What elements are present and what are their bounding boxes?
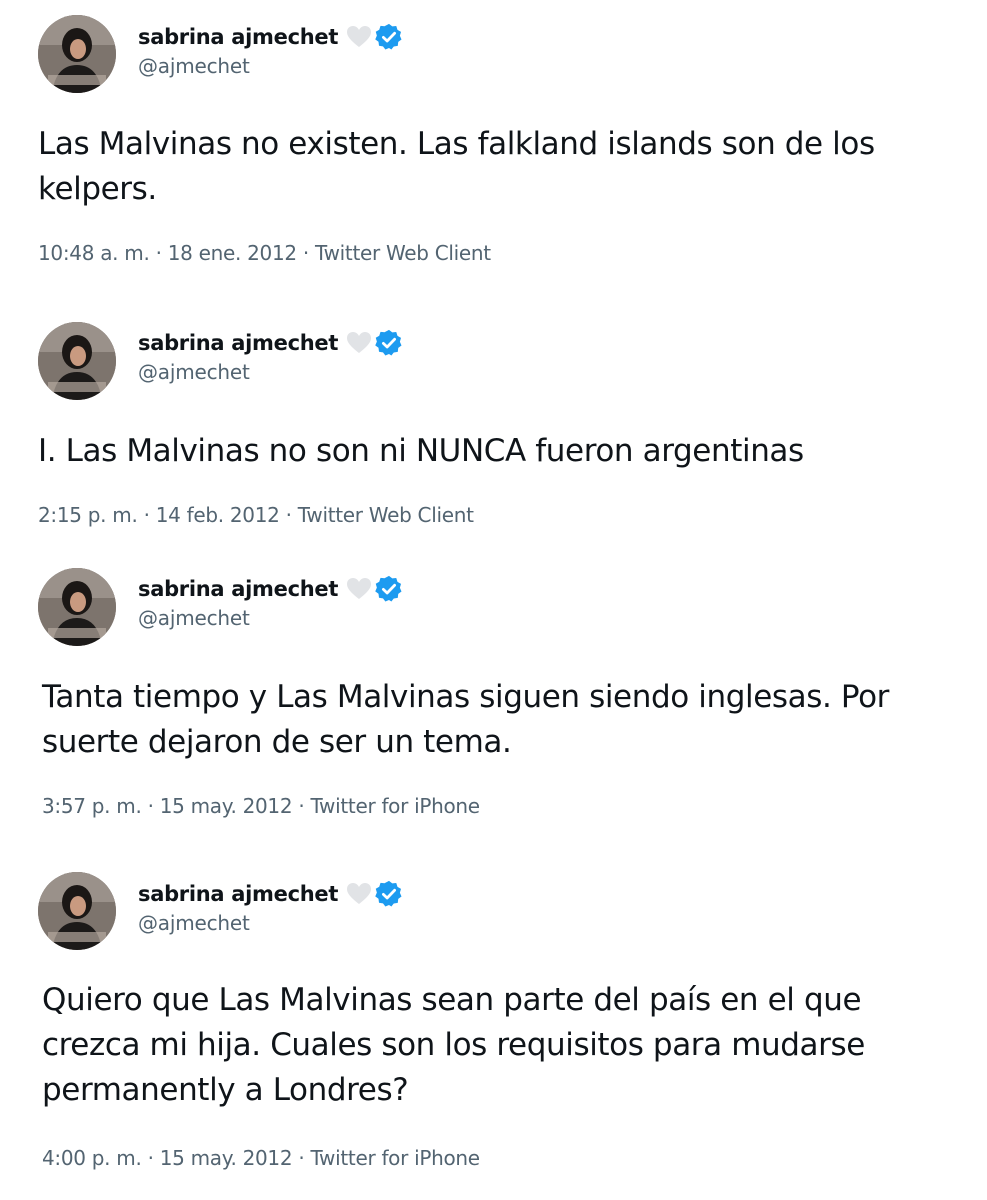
- tweet-text: Quiero que Las Malvinas sean parte del p…: [42, 982, 875, 1108]
- tweet-date[interactable]: 18 ene. 2012: [168, 241, 297, 265]
- user-handle[interactable]: @ajmechet: [138, 54, 404, 78]
- tweet-source[interactable]: Twitter for iPhone: [310, 794, 480, 818]
- separator: ·: [147, 1146, 154, 1170]
- tweet-date[interactable]: 14 feb. 2012: [156, 503, 280, 527]
- user-handle[interactable]: @ajmechet: [138, 911, 404, 935]
- tweet-date[interactable]: 15 may. 2012: [160, 794, 293, 818]
- tweet-meta: 3:57 p. m. · 15 may. 2012 · Twitter for …: [42, 794, 480, 818]
- tweet-text: I. Las Malvinas no son ni NUNCA fueron a…: [38, 433, 804, 469]
- tweet-source[interactable]: Twitter Web Client: [298, 503, 474, 527]
- separator: ·: [298, 1146, 305, 1170]
- tweet-source[interactable]: Twitter Web Client: [315, 241, 491, 265]
- tweet-meta: 10:48 a. m. · 18 ene. 2012 · Twitter Web…: [38, 241, 491, 265]
- display-name[interactable]: sabrina ajmechet: [138, 331, 338, 355]
- verified-badge-icon: [374, 879, 404, 909]
- user-handle[interactable]: @ajmechet: [138, 360, 404, 384]
- avatar[interactable]: [38, 568, 116, 646]
- tweet-time[interactable]: 4:00 p. m.: [42, 1146, 142, 1170]
- user-handle[interactable]: @ajmechet: [138, 606, 404, 630]
- separator: ·: [302, 241, 309, 265]
- verified-badge-icon: [374, 328, 404, 358]
- tweet-time[interactable]: 3:57 p. m.: [42, 794, 142, 818]
- tweet-meta: 2:15 p. m. · 14 feb. 2012 · Twitter Web …: [38, 503, 474, 527]
- tweet-text: Las Malvinas no existen. Las falkland is…: [38, 126, 885, 207]
- tweet-meta: 4:00 p. m. · 15 may. 2012 · Twitter for …: [42, 1146, 480, 1170]
- verified-badge-icon: [374, 574, 404, 604]
- tweet-time[interactable]: 10:48 a. m.: [38, 241, 150, 265]
- tweet-date[interactable]: 15 may. 2012: [160, 1146, 293, 1170]
- separator: ·: [285, 503, 292, 527]
- tweet[interactable]: sabrina ajmechet @ajmechet Tanta tiempo …: [0, 560, 987, 860]
- tweet[interactable]: sabrina ajmechet @ajmechet Las Malvinas …: [0, 0, 987, 300]
- white-heart-icon: [346, 577, 372, 601]
- display-name[interactable]: sabrina ajmechet: [138, 882, 338, 906]
- display-name[interactable]: sabrina ajmechet: [138, 577, 338, 601]
- separator: ·: [147, 794, 154, 818]
- avatar[interactable]: [38, 15, 116, 93]
- white-heart-icon: [346, 331, 372, 355]
- tweet-text: Tanta tiempo y Las Malvinas siguen siend…: [42, 679, 899, 760]
- separator: ·: [143, 503, 150, 527]
- separator: ·: [298, 794, 305, 818]
- tweet[interactable]: sabrina ajmechet @ajmechet I. Las Malvin…: [0, 300, 987, 560]
- tweet-source[interactable]: Twitter for iPhone: [310, 1146, 480, 1170]
- white-heart-icon: [346, 25, 372, 49]
- display-name[interactable]: sabrina ajmechet: [138, 25, 338, 49]
- tweet[interactable]: sabrina ajmechet @ajmechet Quiero que La…: [0, 860, 987, 1200]
- avatar[interactable]: [38, 322, 116, 400]
- separator: ·: [155, 241, 162, 265]
- white-heart-icon: [346, 882, 372, 906]
- verified-badge-icon: [374, 22, 404, 52]
- tweet-time[interactable]: 2:15 p. m.: [38, 503, 138, 527]
- avatar[interactable]: [38, 872, 116, 950]
